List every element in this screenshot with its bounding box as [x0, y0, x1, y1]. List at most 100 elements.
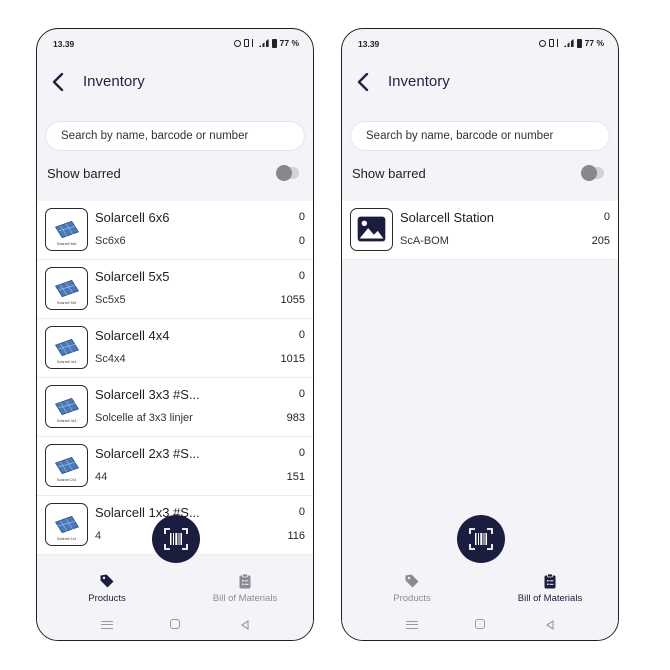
show-barred-toggle[interactable] — [276, 165, 299, 181]
tab-bill-of-materials[interactable]: Bill of Materials — [185, 573, 305, 604]
show-barred-row: Show barred — [47, 163, 299, 185]
tab-products[interactable]: Products — [47, 573, 167, 604]
item-number: Sc4x4 — [95, 353, 126, 365]
chevron-left-icon — [52, 73, 64, 91]
search-input[interactable]: Search by name, barcode or number — [45, 121, 305, 151]
item-number: 4 — [95, 530, 102, 542]
alarm-icon — [233, 39, 241, 47]
show-barred-toggle[interactable] — [581, 165, 604, 181]
tab-products[interactable]: Products — [352, 573, 472, 604]
svg-text:Solarcell 6x6: Solarcell 6x6 — [57, 242, 77, 246]
recent-apps-icon[interactable] — [101, 618, 113, 630]
home-icon[interactable] — [170, 619, 180, 629]
item-number: Solcelle af 3x3 linjer — [95, 412, 193, 424]
system-nav-bar — [37, 608, 313, 640]
solar-panel-icon: Solarcell 4x4 — [45, 326, 88, 369]
tab-bill-of-materials-label: Bill of Materials — [517, 593, 583, 604]
list-item[interactable]: Solarcell Station ScA-BOM 0 205 — [342, 201, 618, 260]
item-number: Sc6x6 — [95, 235, 126, 247]
status-time: 13.39 — [53, 39, 75, 49]
status-bar: 13.39 77 % — [37, 37, 313, 51]
status-icons: 77 % — [233, 38, 299, 48]
barcode-scan-button[interactable] — [152, 515, 200, 563]
image-placeholder-icon — [350, 208, 393, 251]
item-stock-value: 116 — [287, 530, 305, 542]
item-top-value: 0 — [603, 211, 610, 223]
item-top-value: 0 — [298, 447, 305, 459]
show-barred-label: Show barred — [352, 166, 426, 181]
solar-panel-icon: Solarcell 2x3 — [45, 444, 88, 487]
item-name: Solarcell 4x4 — [95, 328, 170, 343]
home-icon[interactable] — [475, 619, 485, 629]
solar-panel-icon: Solarcell 6x6 — [45, 208, 88, 251]
item-top-value: 0 — [298, 329, 305, 341]
list-item[interactable]: Solarcell 4x4 Solarcell 4x4 Sc4x4 0 1015 — [37, 319, 313, 378]
battery-icon — [271, 38, 277, 48]
bom-list: Solarcell Station ScA-BOM 0 205 — [342, 201, 618, 260]
chevron-left-icon — [357, 73, 369, 91]
back-button[interactable] — [45, 69, 71, 95]
toggle-knob — [581, 165, 597, 181]
tag-icon — [100, 574, 114, 588]
item-stock-value: 0 — [298, 235, 305, 247]
list-item[interactable]: Solarcell 6x6 Solarcell 6x6 Sc6x6 0 0 — [37, 201, 313, 260]
phone-screen-products: 13.39 77 % Inventory Search by name, bar… — [36, 28, 314, 641]
item-number: Sc5x5 — [95, 294, 126, 306]
status-time: 13.39 — [358, 39, 380, 49]
page-title: Inventory — [388, 73, 450, 90]
tab-bill-of-materials[interactable]: Bill of Materials — [490, 573, 610, 604]
toggle-knob — [276, 165, 292, 181]
bluetooth-icon — [251, 39, 256, 47]
system-nav-bar — [342, 608, 618, 640]
item-stock-value: 1055 — [280, 294, 305, 306]
bottom-nav: Products Bill of Materials — [37, 565, 313, 609]
page-title: Inventory — [83, 73, 145, 90]
item-name: Solarcell 5x5 — [95, 269, 170, 284]
back-triangle-icon[interactable] — [544, 618, 556, 631]
barcode-scan-icon — [469, 528, 493, 550]
tab-products-label: Products — [393, 593, 431, 604]
vibrate-icon — [243, 39, 249, 47]
svg-text:Solarcell 2x3: Solarcell 2x3 — [57, 478, 77, 482]
signal-icon — [563, 39, 574, 47]
back-triangle-icon[interactable] — [239, 618, 251, 631]
recent-apps-icon[interactable] — [406, 618, 418, 630]
item-name: Solarcell 2x3 #S... — [95, 446, 200, 461]
barcode-scan-icon — [164, 528, 188, 550]
item-number: ScA-BOM — [400, 235, 449, 247]
svg-text:Solarcell 5x5: Solarcell 5x5 — [57, 301, 77, 305]
tab-bill-of-materials-label: Bill of Materials — [212, 593, 278, 604]
status-icons: 77 % — [538, 38, 604, 48]
item-name: Solarcell 3x3 #S... — [95, 387, 200, 402]
item-stock-value: 983 — [286, 412, 305, 424]
bottom-nav: Products Bill of Materials — [342, 565, 618, 609]
solar-panel-icon: Solarcell 1x3 — [45, 503, 88, 546]
battery-icon — [576, 38, 582, 48]
vibrate-icon — [548, 39, 554, 47]
back-button[interactable] — [350, 69, 376, 95]
alarm-icon — [538, 39, 546, 47]
solar-panel-icon: Solarcell 5x5 — [45, 267, 88, 310]
item-stock-value: 205 — [591, 235, 610, 247]
search-input[interactable]: Search by name, barcode or number — [350, 121, 610, 151]
clipboard-list-icon — [544, 573, 556, 589]
battery-level: 77 % — [584, 38, 604, 48]
tag-icon — [405, 574, 419, 588]
item-top-value: 0 — [298, 270, 305, 282]
list-item[interactable]: Solarcell 3x3 Solarcell 3x3 #S... Solcel… — [37, 378, 313, 437]
item-name: Solarcell 6x6 — [95, 210, 170, 225]
item-top-value: 0 — [298, 388, 305, 400]
status-bar: 13.39 77 % — [342, 37, 618, 51]
header: Inventory — [37, 67, 313, 97]
item-name: Solarcell Station — [400, 210, 494, 225]
item-top-value: 0 — [298, 506, 305, 518]
battery-level: 77 % — [279, 38, 299, 48]
list-item[interactable]: Solarcell 2x3 Solarcell 2x3 #S... 44 0 1… — [37, 437, 313, 496]
barcode-scan-button[interactable] — [457, 515, 505, 563]
item-stock-value: 151 — [286, 471, 305, 483]
product-list: Solarcell 6x6 Solarcell 6x6 Sc6x6 0 0 So… — [37, 201, 313, 555]
tab-products-label: Products — [88, 593, 126, 604]
clipboard-list-icon — [239, 573, 251, 589]
item-stock-value: 1015 — [280, 353, 305, 365]
list-item[interactable]: Solarcell 5x5 Solarcell 5x5 Sc5x5 0 1055 — [37, 260, 313, 319]
